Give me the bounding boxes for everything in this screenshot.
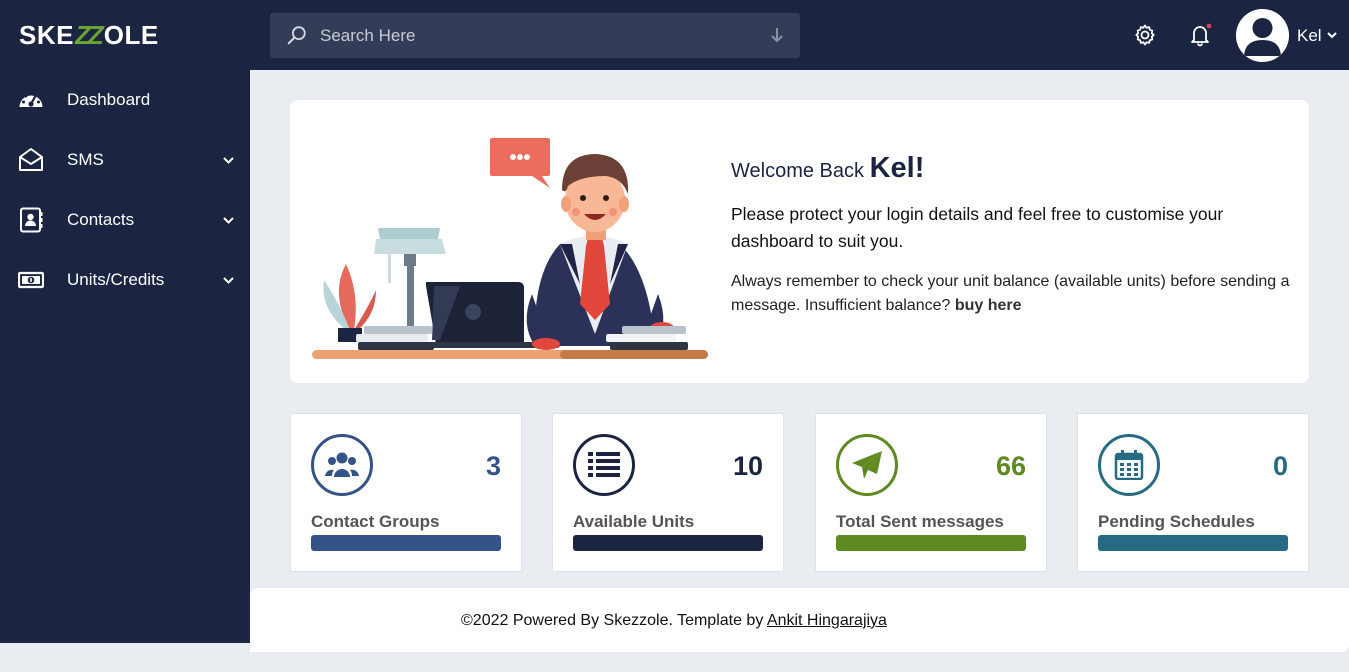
footer-author-link[interactable]: Ankit Hingarajiya <box>767 612 887 629</box>
top-bar: SKEZZOLE Kel <box>0 0 1349 70</box>
stat-label: Contact Groups <box>311 512 440 531</box>
download-arrow-icon[interactable] <box>770 26 784 44</box>
search-bar <box>270 13 800 58</box>
calendar-icon <box>1114 450 1144 480</box>
chevron-down-icon <box>223 157 234 164</box>
list-icon <box>588 452 620 477</box>
stat-value: 0 <box>1272 451 1288 481</box>
stat-label: Pending Schedules <box>1098 512 1255 531</box>
money-bill-icon <box>18 271 44 289</box>
stat-card-contact-groups[interactable]: 3 Contact Groups <box>290 413 522 572</box>
stat-value: 66 <box>995 451 1026 481</box>
sidebar-item-units-credits[interactable]: Units/Credits <box>0 250 250 310</box>
envelope-open-icon <box>19 148 43 171</box>
sidebar: Dashboard SMS Contacts Units/Credits <box>0 70 250 643</box>
welcome-title: Welcome Back Kel! <box>731 152 924 185</box>
stat-bar <box>836 535 1026 551</box>
stat-bar <box>573 535 763 551</box>
avatar-icon <box>1236 9 1289 62</box>
username[interactable]: Kel <box>1297 26 1322 46</box>
logo-text-mid: ZZ <box>74 19 104 50</box>
sidebar-item-contacts[interactable]: Contacts <box>0 190 250 250</box>
speedometer-icon <box>19 92 43 107</box>
welcome-message: Please protect your login details and fe… <box>731 204 1224 251</box>
welcome-card: ••• Welcome Back Kel! Please protect you… <box>290 100 1309 383</box>
welcome-note: Always remember to check your unit balan… <box>731 270 1291 318</box>
search-icon[interactable] <box>286 24 308 46</box>
sidebar-item-sms[interactable]: SMS <box>0 130 250 190</box>
stat-value: 3 <box>485 451 501 481</box>
stat-bar <box>311 535 501 551</box>
footer-text: ©2022 Powered By Skezzole. Template by A… <box>461 612 887 630</box>
stat-icon-circle <box>311 434 373 496</box>
stat-icon-circle <box>573 434 635 496</box>
stat-bar <box>1098 535 1288 551</box>
logo-text-right: OLE <box>103 19 159 50</box>
bell-icon[interactable] <box>1188 22 1214 48</box>
sidebar-item-label: Units/Credits <box>67 270 165 289</box>
users-icon <box>325 452 359 477</box>
brand-logo[interactable]: SKE ZZ OLE <box>19 20 159 50</box>
footer: ©2022 Powered By Skezzole. Template by A… <box>250 588 1349 652</box>
stat-card-total-sent[interactable]: 66 Total Sent messages <box>815 413 1047 572</box>
sidebar-item-dashboard[interactable]: Dashboard <box>0 70 250 130</box>
address-book-icon <box>20 207 43 233</box>
sidebar-item-label: Contacts <box>67 210 135 229</box>
speech-bubble-dots: ••• <box>509 147 530 169</box>
sidebar-item-label: SMS <box>67 150 104 169</box>
chevron-down-icon <box>223 217 234 224</box>
stat-icon-circle <box>1098 434 1160 496</box>
stat-label: Available Units <box>573 512 695 531</box>
welcome-name: Kel! <box>869 152 925 184</box>
welcome-greeting: Welcome Back <box>731 160 865 182</box>
footer-copyright: ©2022 Powered By Skezzole. Template by <box>461 612 764 629</box>
notification-dot <box>1206 23 1212 29</box>
stat-card-available-units[interactable]: 10 Available Units <box>552 413 784 572</box>
stat-card-pending-schedules[interactable]: 0 Pending Schedules <box>1077 413 1309 572</box>
gear-icon[interactable] <box>1133 23 1157 47</box>
search-input[interactable] <box>320 13 760 58</box>
buy-here-link[interactable]: buy here <box>955 297 1022 314</box>
avatar[interactable] <box>1236 9 1289 62</box>
stat-label: Total Sent messages <box>836 512 1004 531</box>
logo-text-left: SKE <box>19 19 74 50</box>
chevron-down-icon[interactable] <box>1326 30 1338 40</box>
chevron-down-icon <box>223 277 234 284</box>
office-worker-illustration: ••• <box>312 138 708 359</box>
stat-icon-circle <box>836 434 898 496</box>
paper-plane-icon <box>852 451 882 479</box>
stat-value: 10 <box>732 451 763 481</box>
sidebar-item-label: Dashboard <box>67 90 151 109</box>
